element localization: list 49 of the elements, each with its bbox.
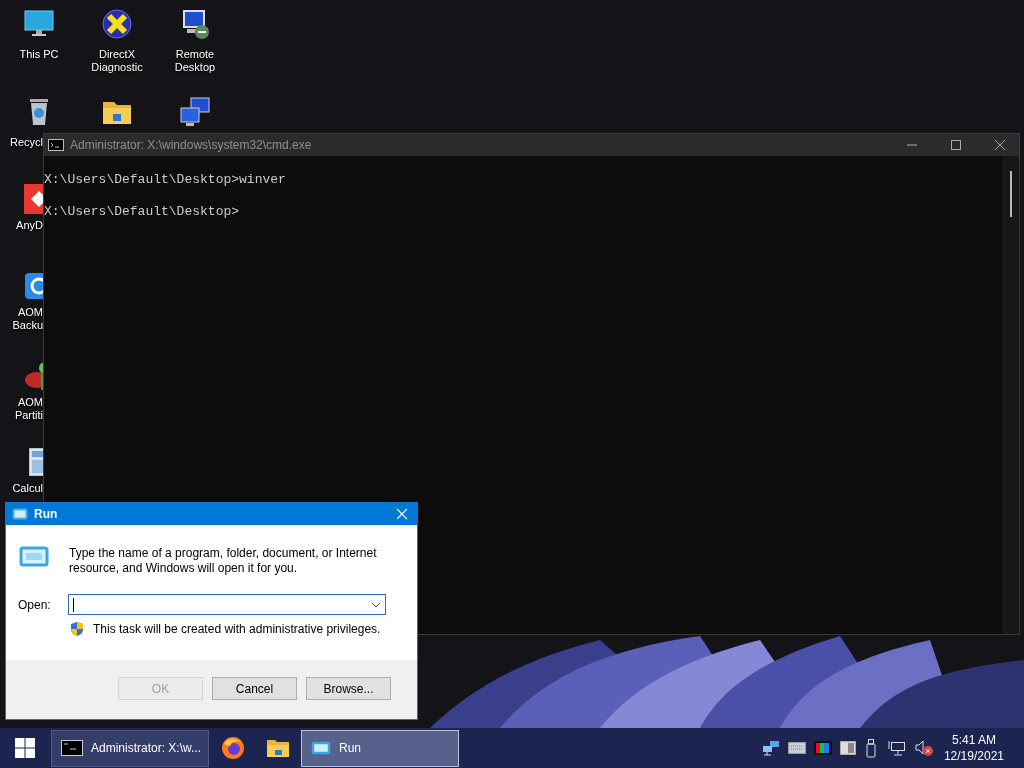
keyboard-icon[interactable] bbox=[787, 742, 806, 754]
run-icon bbox=[311, 741, 331, 755]
color-display-icon[interactable] bbox=[813, 741, 832, 755]
clock-time[interactable]: 5:41 AM bbox=[951, 732, 996, 748]
icon-label[interactable]: Recycl bbox=[10, 136, 43, 149]
icon-label[interactable]: Partiti bbox=[14, 409, 43, 422]
console-line: X:\Users\Default\Desktop> bbox=[44, 204, 241, 220]
network-computers-icon bbox=[179, 96, 211, 128]
diamond-tile-icon bbox=[24, 184, 44, 214]
scrollbar-thumb[interactable] bbox=[1009, 171, 1012, 217]
privilege-note: This task will be created with administrative privileges. bbox=[93, 622, 381, 636]
icon-label[interactable]: This PC bbox=[19, 48, 59, 61]
window-title: Administrator: X:\windows\system32\cmd.exe bbox=[70, 138, 313, 152]
icon-label[interactable]: Diagnostic bbox=[91, 61, 143, 74]
cross-ball-icon bbox=[101, 8, 133, 40]
dialog-button[interactable]: Browse... bbox=[306, 677, 391, 700]
speaker-muted-icon[interactable] bbox=[913, 739, 934, 757]
dialog-title: Run bbox=[34, 507, 59, 521]
field-label: Open: bbox=[18, 597, 51, 612]
network-icon[interactable] bbox=[761, 740, 780, 756]
icon-label[interactable]: DirectX bbox=[98, 48, 135, 61]
wired-network-icon[interactable] bbox=[887, 740, 906, 756]
close-icon bbox=[994, 139, 1006, 151]
run-icon bbox=[12, 508, 28, 520]
icon-label[interactable]: Remote bbox=[175, 48, 215, 61]
dialog-button[interactable]: Cancel bbox=[212, 677, 297, 700]
icon-label[interactable]: Backu bbox=[12, 319, 43, 332]
run-icon bbox=[18, 545, 50, 569]
close-icon bbox=[396, 508, 408, 520]
shield-icon bbox=[69, 621, 85, 637]
icon-label[interactable]: AOM bbox=[17, 396, 43, 409]
open-field[interactable] bbox=[67, 594, 386, 615]
panel-icon[interactable] bbox=[839, 741, 856, 755]
icon-label[interactable]: Desktop bbox=[174, 61, 216, 74]
console-icon bbox=[61, 740, 83, 756]
scrollbar[interactable] bbox=[1002, 156, 1019, 634]
windows-logo-icon bbox=[15, 738, 35, 758]
calculator-icon bbox=[29, 448, 43, 476]
icon-label[interactable]: AnyD bbox=[16, 219, 43, 232]
taskbar-button[interactable]: Run bbox=[301, 729, 459, 767]
console-line: X:\Users\Default\Desktop>winver bbox=[44, 172, 287, 188]
maximize-icon bbox=[950, 139, 962, 151]
fox-globe-icon[interactable] bbox=[220, 736, 245, 760]
taskbar-button[interactable]: Administrator: X:\w... bbox=[51, 729, 209, 767]
icon-label[interactable]: AOM bbox=[17, 306, 43, 319]
console-icon bbox=[48, 139, 64, 151]
clock-date[interactable]: 12/19/2021 bbox=[943, 748, 1004, 764]
icon-label[interactable]: Calcul bbox=[12, 482, 43, 495]
dialog-description: Type the name of a program, folder, document, or Internet resource, and Windows will open it for you. bbox=[69, 546, 378, 576]
